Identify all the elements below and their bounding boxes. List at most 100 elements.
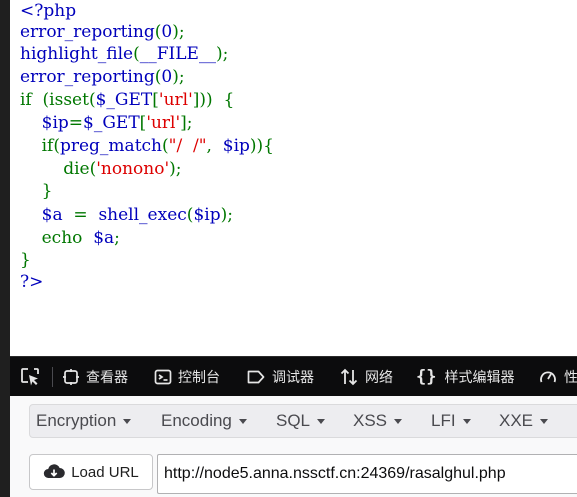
style-editor-icon: {} bbox=[416, 367, 437, 387]
code-line: $ip=$_GET['url']; bbox=[20, 112, 193, 135]
code-line: die('nonono'); bbox=[20, 158, 182, 181]
hackbar-menu-bar: Encryption Encoding SQL XSS LFI XXE bbox=[29, 404, 577, 438]
code-token: $_GET bbox=[95, 90, 153, 110]
devtools-toolbar: 查看器 控制台 调试器 网络 {} 样式编辑器 性 bbox=[10, 356, 577, 396]
caret-down-icon bbox=[123, 419, 132, 425]
caret-down-icon bbox=[462, 419, 471, 425]
menu-label: LFI bbox=[431, 411, 456, 430]
tab-label: 性 bbox=[564, 369, 577, 385]
code-token: 'nonono' bbox=[96, 159, 170, 179]
code-token: ]; bbox=[180, 113, 193, 133]
code-token: 'url' bbox=[158, 90, 193, 110]
tab-debugger[interactable]: 调试器 bbox=[246, 357, 314, 397]
caret-down-icon bbox=[394, 419, 403, 425]
code-token: ); bbox=[215, 44, 229, 64]
code-token: , bbox=[206, 136, 223, 156]
code-token: preg_match bbox=[59, 136, 162, 156]
menu-label: Encoding bbox=[161, 411, 232, 430]
tab-console[interactable]: 控制台 bbox=[154, 357, 220, 397]
load-url-label: Load URL bbox=[71, 463, 139, 481]
menu-label: XXE bbox=[499, 411, 534, 430]
menu-xxe[interactable]: XXE bbox=[499, 405, 549, 437]
code-token: echo bbox=[20, 228, 94, 248]
code-token: $_GET bbox=[83, 113, 140, 133]
code-token: 'url' bbox=[146, 113, 181, 133]
code-token: highlight_file bbox=[20, 44, 134, 64]
code-token: die( bbox=[20, 159, 97, 179]
code-token: <?php bbox=[20, 1, 77, 21]
inspector-icon bbox=[63, 369, 79, 385]
toolbar-separator bbox=[52, 367, 53, 387]
code-line: error_reporting(0); bbox=[20, 21, 185, 44]
code-token: "/ /" bbox=[168, 136, 207, 156]
code-token: __FILE__ bbox=[139, 44, 216, 64]
code-line: } bbox=[20, 180, 53, 203]
tab-performance[interactable]: 性 bbox=[538, 357, 577, 397]
element-picker-icon bbox=[21, 368, 39, 386]
element-picker-button[interactable] bbox=[20, 367, 40, 392]
menu-lfi[interactable]: LFI bbox=[431, 405, 471, 437]
code-token: ])) { bbox=[192, 90, 235, 110]
code-token: ); bbox=[172, 22, 185, 42]
code-token: = bbox=[68, 113, 84, 133]
code-token: if( bbox=[20, 136, 60, 156]
code-line: highlight_file(__FILE__); bbox=[20, 43, 228, 66]
tab-style-editor[interactable]: {} 样式编辑器 bbox=[416, 357, 514, 397]
load-url-button[interactable]: Load URL bbox=[29, 454, 153, 490]
tab-network[interactable]: 网络 bbox=[339, 357, 393, 397]
source-code-view: <?php error_reporting(0); highlight_file(_… bbox=[10, 0, 577, 356]
code-token: } bbox=[20, 250, 31, 270]
tab-label: 调试器 bbox=[272, 369, 314, 385]
menu-encoding[interactable]: Encoding bbox=[161, 405, 247, 437]
code-token: ; bbox=[114, 228, 120, 248]
url-input[interactable] bbox=[157, 454, 577, 494]
code-line: <?php bbox=[20, 0, 76, 23]
caret-down-icon bbox=[317, 419, 326, 425]
code-token: $ip bbox=[222, 136, 250, 156]
hackbar-panel: Encryption Encoding SQL XSS LFI XXE Load… bbox=[10, 396, 577, 497]
code-token: error_reporting bbox=[20, 22, 155, 42]
tab-inspector[interactable]: 查看器 bbox=[62, 357, 128, 397]
code-token: ); bbox=[169, 159, 182, 179]
code-line: if(preg_match("/ /", $ip)){ bbox=[20, 135, 274, 158]
caret-down-icon bbox=[238, 419, 247, 425]
code-token: shell_exec bbox=[98, 205, 187, 225]
performance-icon bbox=[540, 371, 556, 383]
code-token: )){ bbox=[249, 136, 274, 156]
code-token: 0 bbox=[161, 22, 173, 42]
code-line: } bbox=[20, 249, 31, 272]
code-token: ); bbox=[172, 67, 185, 87]
code-token: ( bbox=[162, 136, 169, 156]
menu-encryption[interactable]: Encryption bbox=[36, 405, 132, 437]
code-token: error_reporting bbox=[20, 67, 155, 87]
menu-xss[interactable]: XSS bbox=[353, 405, 403, 437]
tab-label: 网络 bbox=[365, 369, 393, 385]
tab-label: 样式编辑器 bbox=[444, 369, 515, 385]
code-token: = bbox=[73, 205, 99, 225]
code-line: if (isset($_GET['url'])) { bbox=[20, 89, 234, 112]
code-line: error_reporting(0); bbox=[20, 66, 185, 89]
network-icon bbox=[340, 368, 358, 386]
menu-label: Encryption bbox=[36, 411, 117, 430]
code-token: [ bbox=[152, 90, 159, 110]
left-window-edge bbox=[0, 0, 10, 497]
console-icon bbox=[154, 369, 172, 385]
code-token: $ip bbox=[41, 113, 69, 133]
caret-down-icon bbox=[540, 419, 549, 425]
code-line: ?> bbox=[20, 271, 43, 294]
menu-label: XSS bbox=[353, 411, 388, 430]
code-token: 0 bbox=[161, 67, 173, 87]
code-token: if (isset( bbox=[20, 90, 96, 110]
debugger-icon bbox=[247, 370, 265, 384]
code-token: $ip bbox=[193, 205, 221, 225]
code-token: ( bbox=[133, 44, 140, 64]
menu-sql[interactable]: SQL bbox=[276, 405, 326, 437]
code-token: } bbox=[20, 181, 53, 201]
menu-label: SQL bbox=[276, 411, 311, 430]
code-token: $a bbox=[41, 205, 74, 225]
code-token: ?> bbox=[20, 272, 44, 292]
code-token: ); bbox=[220, 205, 233, 225]
code-token: $a bbox=[93, 228, 115, 248]
cloud-download-icon bbox=[44, 464, 66, 479]
